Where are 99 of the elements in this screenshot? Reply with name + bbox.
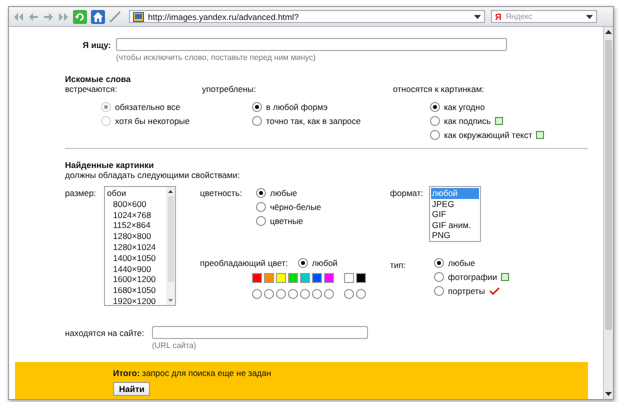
radio-button[interactable] bbox=[312, 289, 322, 299]
query-hint: (чтобы исключить слово, поставьте перед ним минус) bbox=[116, 53, 317, 62]
radio-button[interactable] bbox=[434, 286, 444, 296]
option-label: портреты bbox=[448, 286, 485, 296]
list-item[interactable]: GIF bbox=[431, 209, 479, 220]
option-label: любые bbox=[270, 188, 298, 198]
list-item[interactable]: GIF аним. bbox=[431, 220, 479, 230]
format-label: формат: bbox=[390, 187, 424, 200]
list-item[interactable]: 1024×768 bbox=[107, 210, 164, 220]
scrollbar[interactable] bbox=[603, 27, 613, 399]
radio-button[interactable] bbox=[300, 289, 310, 299]
radio-button[interactable] bbox=[256, 188, 266, 198]
list-item[interactable]: 1680×1050 bbox=[107, 285, 164, 296]
option-label: любой bbox=[312, 258, 338, 268]
home-icon[interactable] bbox=[91, 10, 105, 24]
dropdown-arrow-icon[interactable] bbox=[586, 14, 593, 18]
option-label: чёрно-белые bbox=[270, 202, 322, 212]
list-item[interactable]: 1440×900 bbox=[107, 264, 164, 274]
color-swatch[interactable] bbox=[312, 273, 322, 283]
scroll-down-icon[interactable] bbox=[605, 392, 612, 396]
list-item[interactable]: 1280×800 bbox=[107, 231, 164, 242]
fast-forward-icon[interactable] bbox=[58, 12, 69, 22]
list-item[interactable]: JPEG bbox=[431, 198, 479, 209]
query-field[interactable] bbox=[116, 38, 507, 51]
list-item[interactable]: 1400×1050 bbox=[107, 252, 164, 264]
radio-button[interactable] bbox=[288, 289, 298, 299]
list-item[interactable]: 800×600 bbox=[107, 198, 164, 210]
option-label: любые bbox=[448, 258, 476, 268]
radio-button[interactable] bbox=[434, 272, 444, 282]
list-item[interactable]: 1600×1200 bbox=[107, 274, 164, 286]
color-swatch[interactable] bbox=[276, 273, 286, 283]
option-label: в любой формэ bbox=[266, 102, 328, 112]
color-swatch[interactable] bbox=[264, 273, 274, 283]
radio-button[interactable] bbox=[252, 116, 262, 126]
option-label: точно так, как в запросе bbox=[266, 116, 361, 126]
site-label: находятся на сайте: bbox=[65, 327, 146, 338]
group-label: употреблены: bbox=[202, 84, 257, 94]
list-item[interactable]: 1280×1024 bbox=[107, 242, 164, 253]
section-title: Искомые слова bbox=[65, 74, 132, 84]
list-item[interactable]: 1152×864 bbox=[107, 220, 164, 232]
dropdown-arrow-icon[interactable] bbox=[474, 14, 481, 18]
page-icon bbox=[133, 12, 144, 22]
color-swatch[interactable] bbox=[288, 273, 298, 283]
site-field[interactable] bbox=[152, 326, 368, 339]
option-label: фотографии bbox=[448, 272, 498, 282]
color-swatch[interactable] bbox=[344, 273, 354, 283]
back-icon[interactable] bbox=[28, 12, 39, 22]
refresh-icon[interactable] bbox=[73, 10, 87, 24]
search-field[interactable]: Я Яндекс bbox=[491, 10, 597, 23]
option-label: как подпись bbox=[444, 116, 491, 126]
radio-button[interactable] bbox=[430, 116, 440, 126]
option-label: цветные bbox=[270, 216, 304, 226]
option-label: как угодно bbox=[444, 102, 485, 112]
radio-button[interactable] bbox=[256, 216, 266, 226]
help-icon[interactable] bbox=[536, 131, 544, 139]
radio-button[interactable] bbox=[430, 130, 440, 140]
summary-text: Итого: запрос для поиска еще не задан bbox=[113, 368, 272, 378]
size-label: размер: bbox=[65, 187, 97, 200]
color-swatch[interactable] bbox=[252, 273, 262, 283]
radio-button[interactable] bbox=[298, 258, 308, 268]
list-item[interactable]: PNG bbox=[431, 230, 479, 240]
group-label: встречаются: bbox=[65, 84, 118, 94]
colorness-label: цветность: bbox=[200, 187, 243, 200]
color-swatch[interactable] bbox=[300, 273, 310, 283]
option-label: хотя бы некоторые bbox=[115, 116, 190, 126]
address-bar[interactable]: http://images.yandex.ru/advanced.html? bbox=[129, 10, 485, 23]
list-item[interactable]: 1920×1200 bbox=[107, 296, 164, 307]
group-label: относятся к картинкам: bbox=[393, 84, 486, 94]
radio-button[interactable] bbox=[356, 289, 366, 299]
section-title: Найденные картинки bbox=[65, 160, 155, 170]
section-subtitle: должны обладать следующими свойствами: bbox=[65, 170, 241, 180]
size-listbox[interactable]: обои 800×600 1024×768 1152×864 1280×800 1280×1024 1400×1050 1440×900 1600×1200 1680×1050 1920×1200 bbox=[104, 186, 176, 306]
scroll-up-icon[interactable] bbox=[168, 190, 173, 193]
color-swatch[interactable] bbox=[324, 273, 334, 283]
help-icon[interactable] bbox=[494, 117, 503, 125]
radio-button[interactable] bbox=[252, 289, 262, 299]
site-hint: (URL сайта) bbox=[152, 341, 198, 350]
radio-button[interactable] bbox=[434, 258, 444, 268]
radio-button[interactable] bbox=[264, 289, 274, 299]
option-label: как окружающий текст bbox=[444, 130, 532, 140]
search-button[interactable]: Найти bbox=[113, 382, 150, 396]
list-item[interactable]: обои bbox=[107, 188, 164, 199]
radio-button[interactable] bbox=[256, 202, 266, 212]
query-label: Я ищу: bbox=[82, 39, 112, 50]
forward-icon[interactable] bbox=[43, 12, 54, 22]
rewind-icon[interactable] bbox=[13, 12, 24, 22]
type-label: тип: bbox=[390, 259, 407, 272]
color-swatch[interactable] bbox=[356, 273, 366, 283]
radio-button[interactable] bbox=[252, 102, 262, 112]
scrollbar[interactable] bbox=[166, 187, 175, 305]
format-listbox[interactable]: любой JPEG GIF GIF аним. PNG bbox=[429, 186, 481, 242]
scroll-up-icon[interactable] bbox=[605, 30, 612, 34]
dominant-color-label: преобладающий цвет: bbox=[200, 258, 288, 268]
radio-button[interactable] bbox=[430, 102, 440, 112]
radio-button[interactable] bbox=[276, 289, 286, 299]
radio-button[interactable] bbox=[344, 289, 354, 299]
help-icon[interactable] bbox=[501, 273, 510, 281]
radio-button[interactable] bbox=[324, 289, 334, 299]
option-label: обязательно все bbox=[115, 102, 180, 112]
